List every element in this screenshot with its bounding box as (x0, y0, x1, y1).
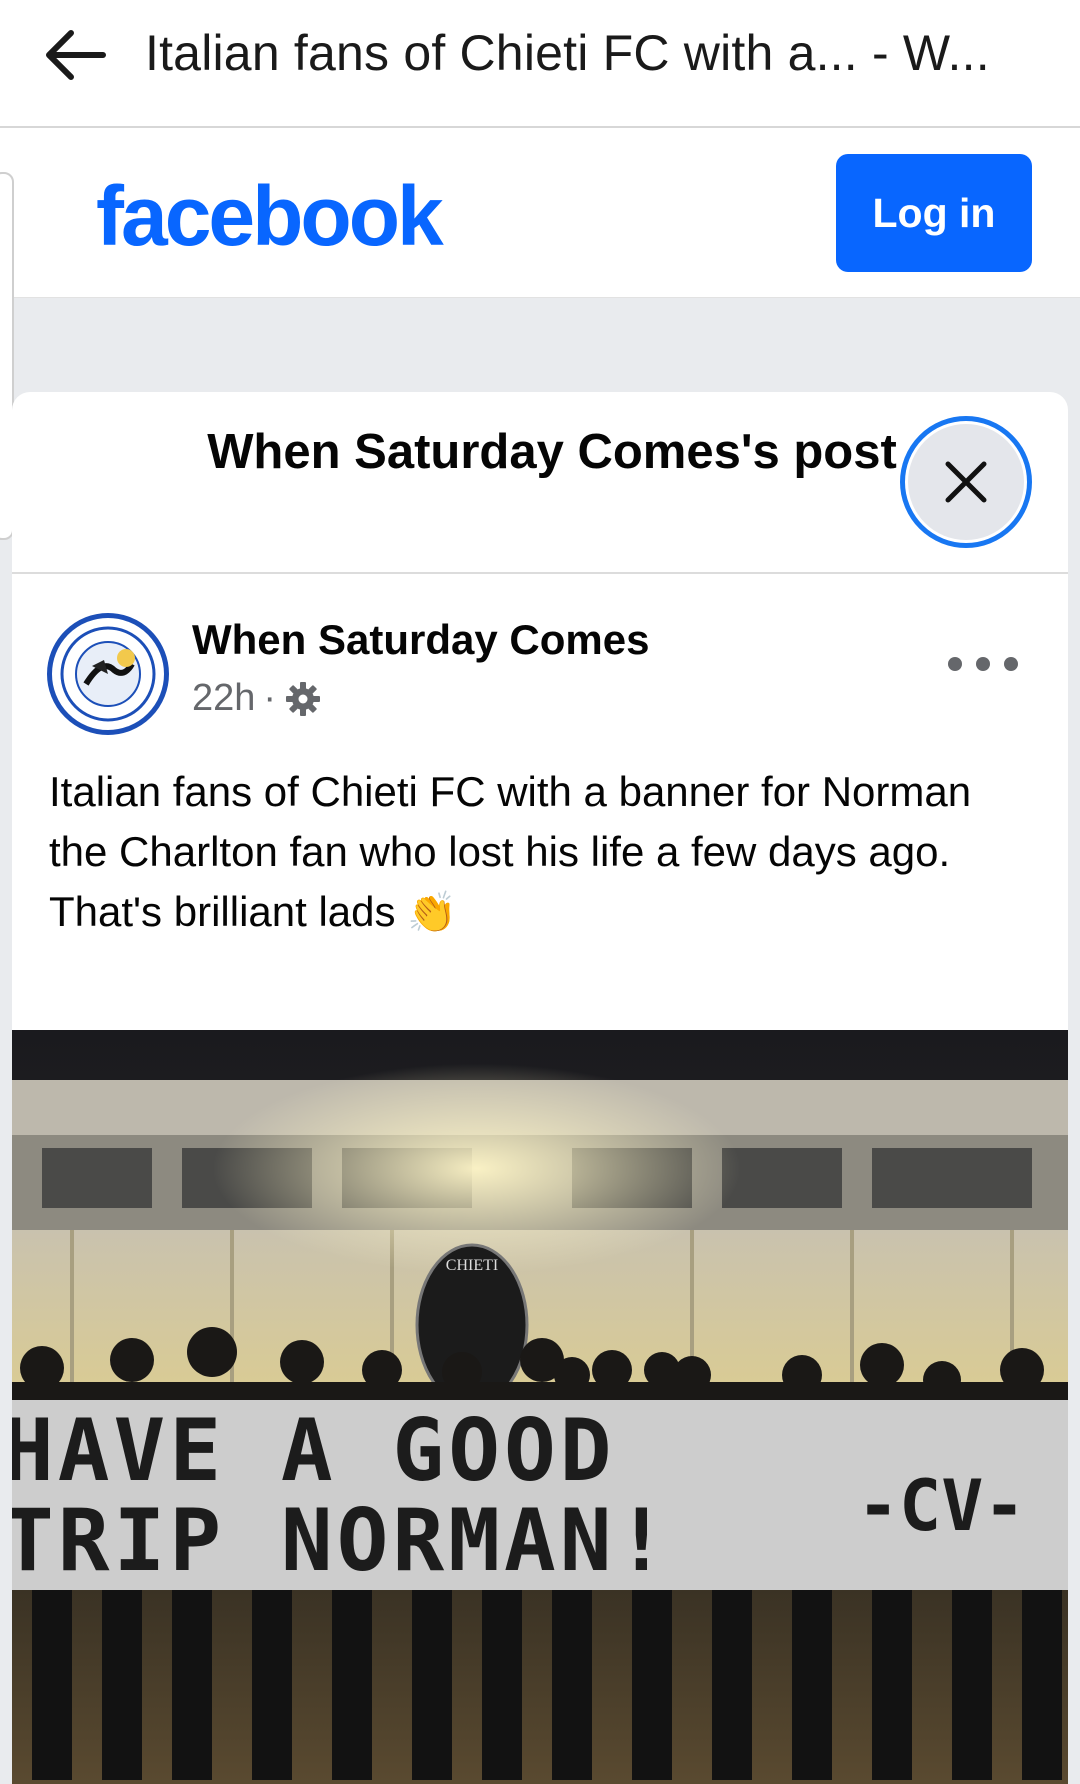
crest-text: CHIETI (446, 1257, 498, 1274)
more-options-icon (948, 657, 962, 671)
post-text-line-content: That's brilliant lads (49, 888, 396, 935)
more-options-button[interactable] (948, 644, 1018, 684)
browser-top-bar: Italian fans of Chieti FC with a... - W.… (0, 0, 1080, 128)
login-button[interactable]: Log in (836, 154, 1032, 272)
close-icon (945, 461, 987, 503)
modal-title: When Saturday Comes's post (207, 425, 897, 479)
post-author[interactable]: When Saturday Comes (192, 616, 649, 664)
close-button[interactable] (900, 416, 1032, 548)
meta-separator: · (263, 677, 277, 719)
banner-line-2: TRIP NORMAN! (12, 1491, 671, 1591)
back-button[interactable] (30, 20, 120, 90)
photo-illustration: CHIETI HAVE A GOOD TRIP NORMAN! -CV- (12, 1030, 1068, 1784)
post-time[interactable]: 22h (192, 677, 255, 720)
globe-settings-icon (286, 681, 321, 716)
banner-tag: -CV- (857, 1465, 1026, 1547)
facebook-logo[interactable]: facebook (96, 168, 444, 265)
close-button-inner (908, 424, 1024, 540)
modal-header: When Saturday Comes's post (12, 392, 1068, 574)
post-photo[interactable]: CHIETI HAVE A GOOD TRIP NORMAN! -CV- (12, 1030, 1068, 1784)
post-text-line: Italian fans of Chieti FC with a banner … (49, 768, 972, 875)
more-options-icon-dot (1004, 657, 1018, 671)
avatar[interactable] (47, 613, 169, 735)
back-arrow-icon (46, 30, 106, 80)
banner-line-1: HAVE A GOOD (12, 1401, 616, 1501)
more-options-icon-dot (976, 657, 990, 671)
post-meta: 22h · (192, 677, 322, 720)
page-title: Italian fans of Chieti FC with a... - W.… (145, 25, 990, 81)
post-text-line-2: That's brilliant lads 👏 (49, 882, 1039, 943)
clapping-hands-emoji: 👏 (407, 891, 457, 935)
avatar-logo-icon (56, 622, 160, 726)
post-modal: When Saturday Comes's post When Saturday… (12, 392, 1068, 1784)
facebook-header: facebook Log in (0, 130, 1080, 298)
post-text: Italian fans of Chieti FC with a banner … (49, 762, 1039, 943)
